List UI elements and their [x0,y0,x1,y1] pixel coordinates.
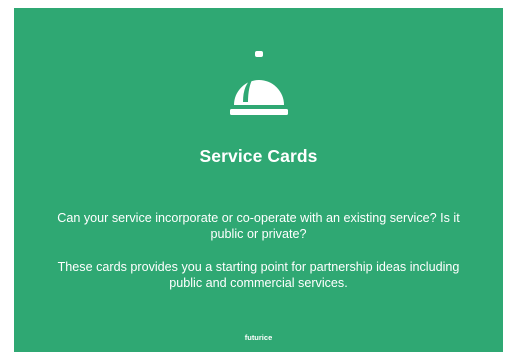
service-card: Service Cards Can your service incorpora… [14,8,503,352]
card-description-question: Can your service incorporate or co-opera… [57,211,460,241]
icon-container [14,51,503,123]
card-description-purpose: These cards provides you a starting poin… [57,260,460,290]
service-bell-icon [229,51,288,115]
brand-logo-text: futurice [244,333,273,342]
card-title: Service Cards [199,146,318,166]
